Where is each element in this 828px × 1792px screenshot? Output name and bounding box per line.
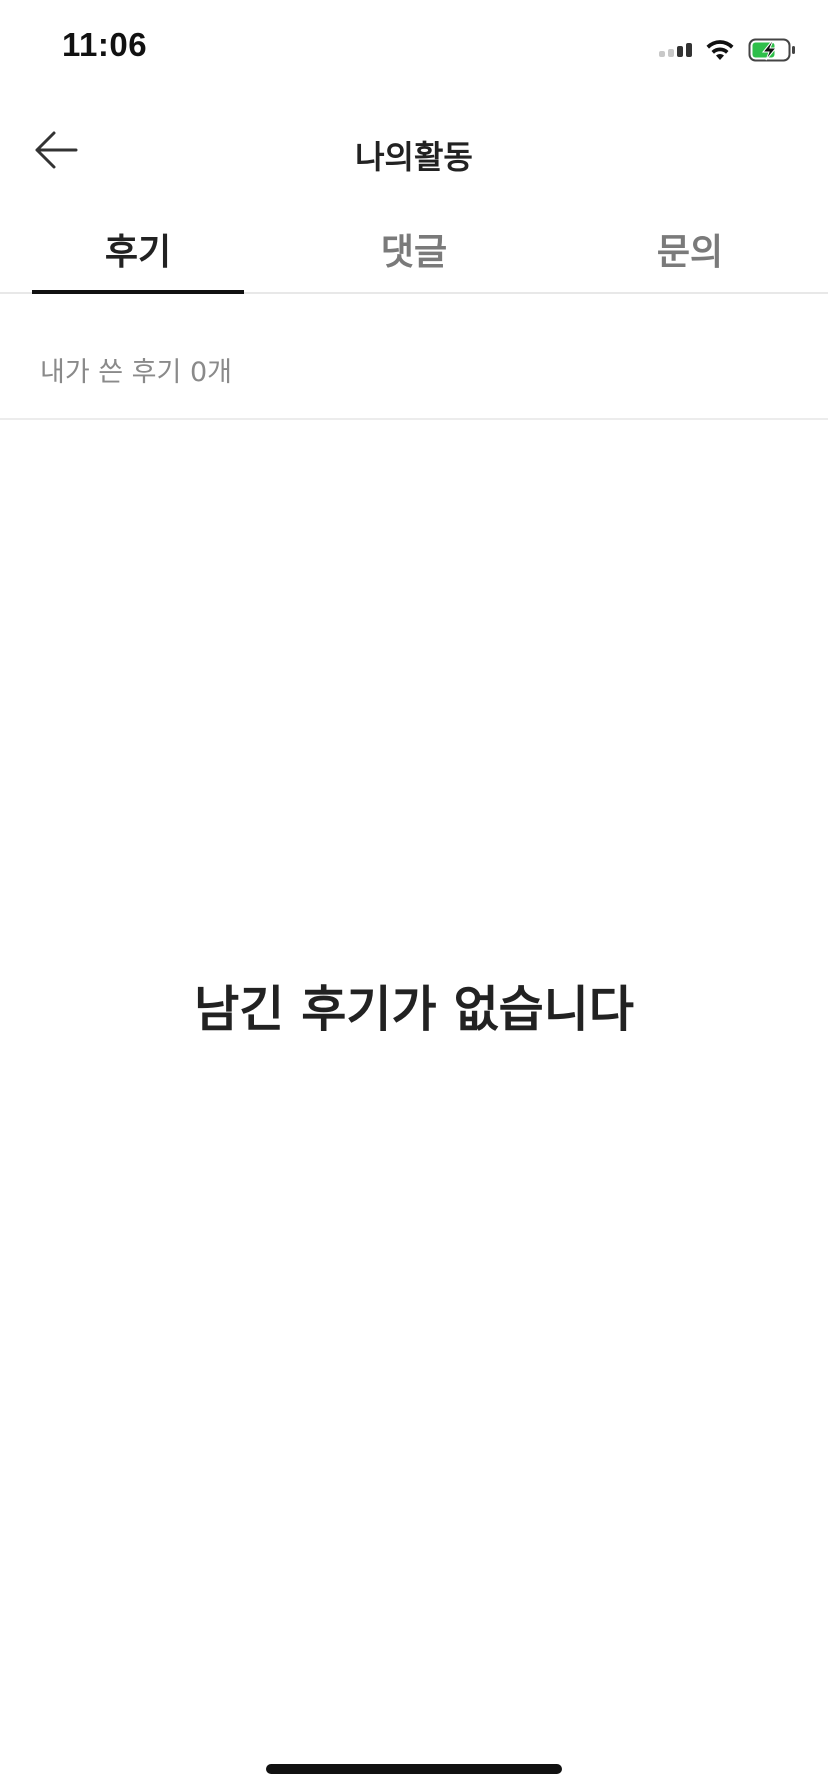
tab-inquiries[interactable]: 문의 [584,206,796,292]
review-count-row: 내가 쓴 후기 0개 [0,294,828,420]
home-indicator[interactable] [266,1764,562,1774]
activity-tabs: 후기 댓글 문의 [0,206,828,294]
battery-charging-icon [748,38,795,62]
tab-reviews[interactable]: 후기 [32,206,244,292]
empty-state-message: 남긴 후기가 없습니다 [194,981,634,1038]
tab-comments[interactable]: 댓글 [308,206,520,292]
nav-bar: 나의활동 [0,100,828,206]
status-time: 11:06 [62,26,148,63]
signal-icon [659,43,692,57]
page-title: 나의활동 [355,138,473,176]
status-bar: 11:06 [0,0,828,100]
review-count-label: 내가 쓴 후기 0개 [40,357,232,388]
wifi-icon [706,40,734,60]
status-icons [659,34,798,66]
